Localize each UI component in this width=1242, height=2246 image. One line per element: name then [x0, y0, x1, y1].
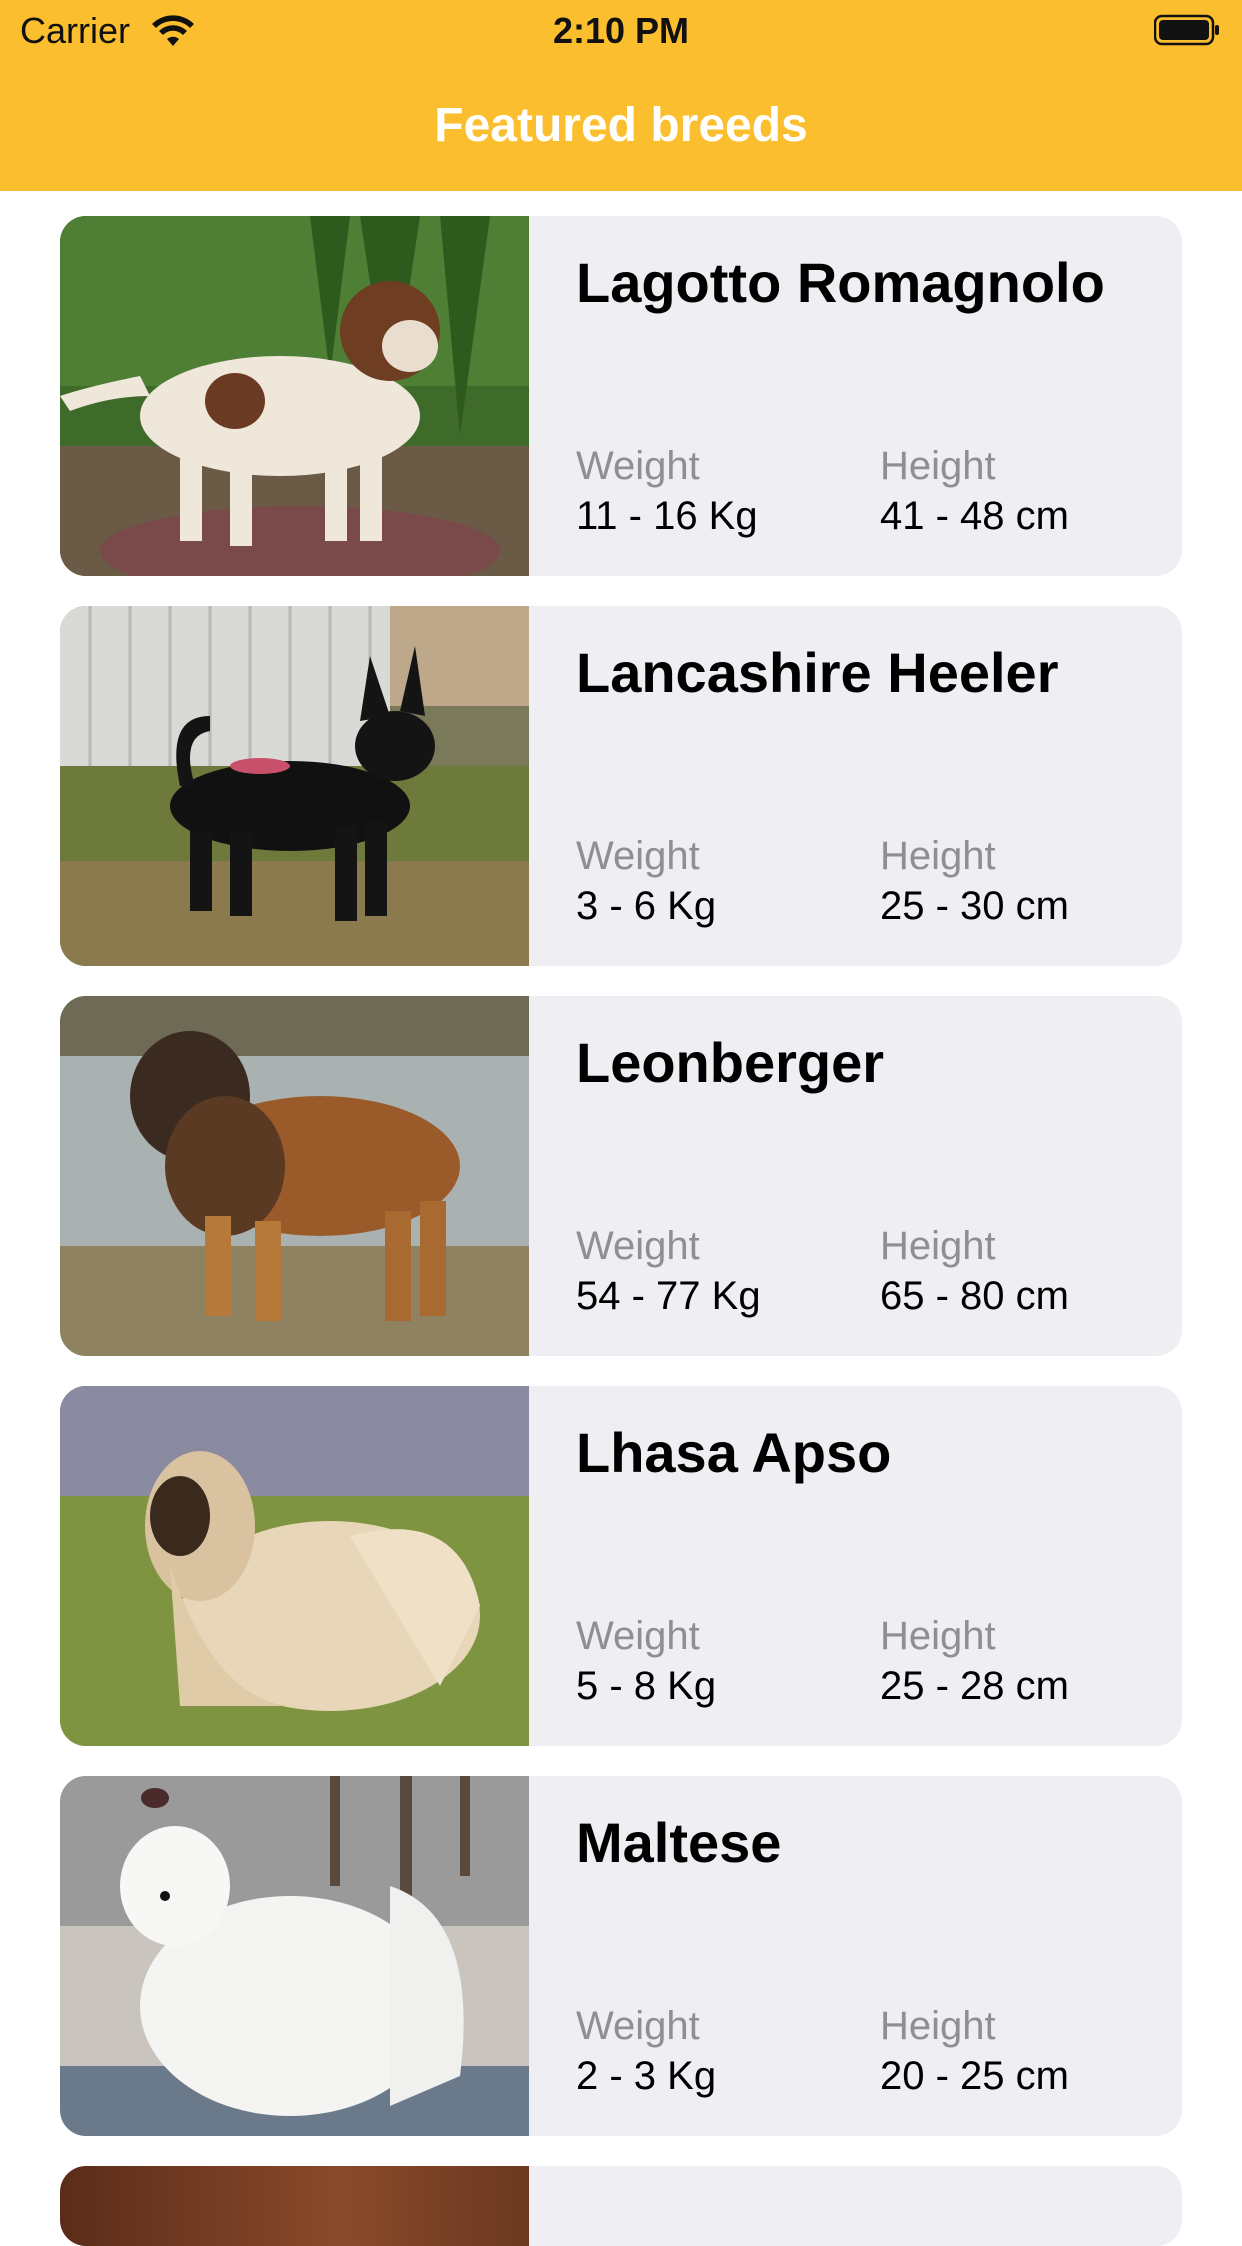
- breed-photo: [60, 996, 529, 1356]
- breed-card[interactable]: Maltese Weight Height 2 - 3 Kg 20 - 25 c…: [60, 1776, 1182, 2136]
- breed-name: Lagotto Romagnolo: [576, 251, 1105, 314]
- page-title: Featured breeds: [434, 99, 808, 152]
- breed-photo: [60, 2166, 529, 2246]
- breed-card[interactable]: Lagotto Romagnolo Weight Height 11 - 16 …: [60, 216, 1182, 576]
- height-value: 41 - 48 cm: [880, 494, 1069, 538]
- weight-label: Weight: [576, 1224, 700, 1268]
- weight-value: 11 - 16 Kg: [576, 494, 758, 538]
- breed-card[interactable]: Lhasa Apso Weight Height 5 - 8 Kg 25 - 2…: [60, 1386, 1182, 1746]
- breed-list[interactable]: Lagotto Romagnolo Weight Height 11 - 16 …: [60, 216, 1182, 2166]
- height-value: 25 - 28 cm: [880, 1664, 1069, 1708]
- breed-card[interactable]: Lancashire Heeler Weight Height 3 - 6 Kg…: [60, 606, 1182, 966]
- weight-label: Weight: [576, 444, 700, 488]
- breed-card[interactable]: Leonberger Weight Height 54 - 77 Kg 65 -…: [60, 996, 1182, 1356]
- breed-card[interactable]: [60, 2166, 1182, 2246]
- clock-label: 2:10 PM: [552, 10, 690, 51]
- breed-name: Maltese: [576, 1811, 782, 1874]
- height-label: Height: [880, 2004, 996, 2048]
- weight-value: 2 - 3 Kg: [576, 2054, 717, 2098]
- height-value: 25 - 30 cm: [880, 884, 1069, 928]
- height-label: Height: [880, 1614, 996, 1658]
- weight-value: 3 - 6 Kg: [576, 884, 717, 928]
- breed-name: Leonberger: [576, 1031, 885, 1094]
- breed-name: Lhasa Apso: [576, 1421, 892, 1484]
- breed-photo: [60, 1776, 529, 2136]
- height-value: 65 - 80 cm: [880, 1274, 1069, 1318]
- breed-photo: [60, 606, 529, 966]
- breed-photo: [60, 216, 529, 576]
- battery-icon: [1154, 14, 1219, 46]
- height-value: 20 - 25 cm: [880, 2054, 1069, 2098]
- weight-label: Weight: [576, 2004, 700, 2048]
- height-label: Height: [880, 444, 996, 488]
- navigation-bar: Carrier 2:10 PM Featured breeds: [0, 0, 1242, 191]
- weight-value: 54 - 77 Kg: [576, 1274, 761, 1318]
- breed-name: Lancashire Heeler: [576, 641, 1059, 704]
- breed-photo: [60, 1386, 529, 1746]
- height-label: Height: [880, 1224, 996, 1268]
- weight-label: Weight: [576, 834, 700, 878]
- weight-label: Weight: [576, 1614, 700, 1658]
- weight-value: 5 - 8 Kg: [576, 1664, 717, 1708]
- height-label: Height: [880, 834, 996, 878]
